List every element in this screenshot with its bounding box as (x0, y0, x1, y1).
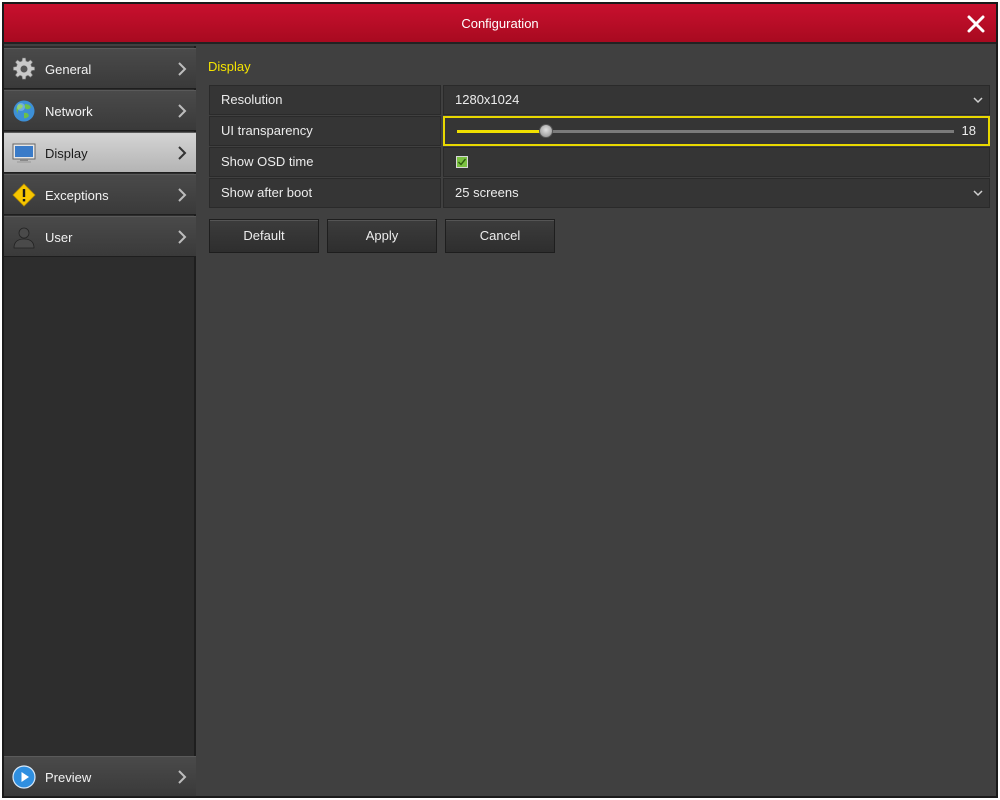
chevron-right-icon (178, 770, 187, 784)
ui-transparency-row: UI transparency 18 (209, 116, 990, 146)
gear-icon (13, 57, 35, 80)
show-after-boot-label: Show after boot (209, 178, 441, 208)
sidebar-item-label: Exceptions (45, 188, 109, 203)
show-after-boot-select[interactable]: 25 screens (443, 178, 990, 208)
title-bar: Configuration (4, 4, 996, 44)
section-title: Display (208, 59, 251, 74)
show-osd-time-cell (443, 147, 990, 177)
sidebar-item-label: Network (45, 104, 93, 119)
chevron-right-icon (178, 104, 187, 118)
resolution-row: Resolution 1280x1024 (209, 85, 990, 115)
settings-form: Resolution 1280x1024 UI transparency 18 (209, 85, 990, 209)
sidebar-item-label: Preview (45, 770, 92, 785)
chevron-right-icon (178, 230, 187, 244)
sidebar-item-label: User (45, 230, 73, 245)
resolution-value: 1280x1024 (455, 92, 520, 107)
main-content: Display Resolution 1280x1024 UI transpar… (198, 46, 996, 796)
chevron-down-icon (973, 190, 983, 197)
sidebar-item-label: General (45, 62, 92, 77)
slider-handle[interactable] (539, 124, 554, 138)
sidebar-item-label: Display (45, 146, 88, 161)
show-osd-time-label: Show OSD time (209, 147, 441, 177)
resolution-select[interactable]: 1280x1024 (443, 85, 990, 115)
chevron-right-icon (178, 62, 187, 76)
ui-transparency-label: UI transparency (209, 116, 441, 146)
sidebar-item-preview[interactable]: Preview (4, 756, 196, 797)
sidebar-item-user[interactable]: User (4, 216, 196, 257)
default-button[interactable]: Default (209, 219, 319, 253)
sidebar-item-exceptions[interactable]: Exceptions (4, 174, 196, 215)
slider-fill (457, 130, 547, 133)
sidebar-item-display[interactable]: Display (4, 132, 196, 173)
show-osd-time-checkbox[interactable] (456, 156, 468, 168)
window-title: Configuration (461, 15, 539, 31)
ui-transparency-slider[interactable]: 18 (443, 116, 990, 146)
chevron-right-icon (178, 146, 187, 160)
warning-icon (12, 183, 36, 207)
close-icon (967, 15, 985, 33)
show-after-boot-row: Show after boot 25 screens (209, 178, 990, 208)
monitor-icon (12, 143, 36, 163)
slider-track[interactable] (457, 124, 954, 138)
sidebar-item-general[interactable]: General (4, 48, 196, 89)
show-osd-time-row: Show OSD time (209, 147, 990, 177)
slider-value: 18 (961, 123, 976, 138)
close-button[interactable] (964, 12, 988, 36)
configuration-window: Configuration General Network Display Ex… (2, 2, 998, 798)
sidebar-item-network[interactable]: Network (4, 90, 196, 131)
action-buttons: Default Apply Cancel (209, 219, 563, 253)
sidebar: General Network Display Exceptions User … (4, 46, 196, 797)
play-icon (12, 765, 36, 789)
apply-button[interactable]: Apply (327, 219, 437, 253)
chevron-right-icon (178, 188, 187, 202)
chevron-down-icon (973, 97, 983, 104)
checkmark-icon (458, 158, 467, 166)
globe-icon (13, 100, 35, 122)
resolution-label: Resolution (209, 85, 441, 115)
cancel-button[interactable]: Cancel (445, 219, 555, 253)
show-after-boot-value: 25 screens (455, 185, 519, 200)
user-icon (13, 227, 35, 249)
